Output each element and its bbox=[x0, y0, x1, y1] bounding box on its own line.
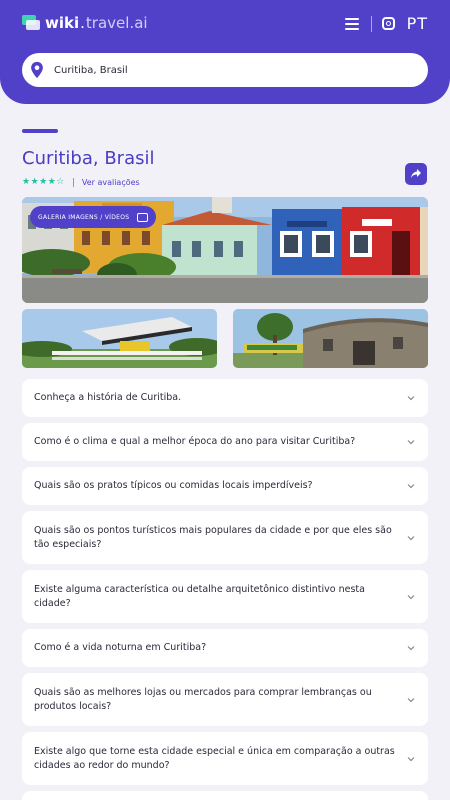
rating-row: ★★★★☆ Ver avaliações bbox=[22, 177, 140, 187]
faq-item-4[interactable]: Quais são os pontos turísticos mais popu… bbox=[22, 511, 428, 564]
location-pin-icon bbox=[31, 61, 43, 79]
faq-item-partial[interactable] bbox=[22, 791, 428, 800]
museum-photo bbox=[22, 309, 217, 368]
gallery-thumbnail-1[interactable] bbox=[22, 309, 217, 368]
share-arrow-icon bbox=[411, 169, 421, 178]
gallery-thumbnail-2[interactable] bbox=[233, 309, 428, 368]
faq-question: Quais são as melhores lojas ou mercados … bbox=[34, 686, 372, 712]
language-selector[interactable]: PT bbox=[407, 14, 428, 33]
page-title: Curitiba, Brasil bbox=[22, 148, 155, 169]
title-accent-bar bbox=[22, 129, 58, 133]
chevron-down-icon bbox=[407, 396, 415, 401]
star-rating: ★★★★☆ bbox=[22, 177, 65, 187]
search-input[interactable] bbox=[54, 64, 374, 76]
faq-question: Quais são os pratos típicos ou comidas l… bbox=[34, 480, 313, 491]
rating-divider bbox=[72, 177, 74, 187]
logo-wiki: wiki bbox=[45, 14, 80, 32]
faq-question: Quais são os pontos turísticos mais popu… bbox=[34, 524, 392, 550]
gallery-button[interactable]: GALERIA IMAGENS / VÍDEOS bbox=[30, 206, 157, 228]
logo-chat-icon bbox=[22, 15, 40, 31]
faq-item-1[interactable]: Conheça a história de Curitiba. bbox=[22, 379, 428, 417]
faq-question: Como é a vida noturna em Curitiba? bbox=[34, 642, 207, 653]
chevron-down-icon bbox=[407, 440, 415, 445]
logo-dot: . bbox=[80, 14, 85, 32]
app-header: wiki. travel.ai PT bbox=[0, 0, 450, 104]
instagram-icon[interactable] bbox=[381, 17, 395, 30]
hamburger-menu-icon[interactable] bbox=[344, 17, 359, 30]
chevron-down-icon bbox=[407, 594, 415, 599]
faq-item-8[interactable]: Existe algo que torne esta cidade especi… bbox=[22, 732, 428, 785]
faq-item-2[interactable]: Como é o clima e qual a melhor época do … bbox=[22, 423, 428, 461]
faq-item-7[interactable]: Quais são as melhores lojas ou mercados … bbox=[22, 673, 428, 726]
image-gallery-icon bbox=[137, 212, 149, 222]
reviews-link[interactable]: Ver avaliações bbox=[82, 178, 140, 187]
chevron-down-icon bbox=[407, 535, 415, 540]
historic-building-photo bbox=[233, 309, 428, 368]
chevron-down-icon bbox=[407, 756, 415, 761]
gallery-button-label: GALERIA IMAGENS / VÍDEOS bbox=[38, 213, 130, 221]
chevron-down-icon bbox=[407, 646, 415, 651]
chevron-down-icon bbox=[407, 697, 415, 702]
faq-item-5[interactable]: Existe alguma característica ou detalhe … bbox=[22, 570, 428, 623]
chevron-down-icon bbox=[407, 484, 415, 489]
faq-question: Existe alguma característica ou detalhe … bbox=[34, 583, 365, 609]
header-divider bbox=[370, 15, 372, 32]
faq-item-6[interactable]: Como é a vida noturna em Curitiba? bbox=[22, 629, 428, 667]
logo[interactable]: wiki. travel.ai bbox=[22, 14, 148, 32]
search-bar[interactable] bbox=[22, 53, 428, 87]
faq-question: Conheça a história de Curitiba. bbox=[34, 392, 182, 403]
logo-travel: travel.ai bbox=[85, 14, 148, 32]
faq-item-3[interactable]: Quais são os pratos típicos ou comidas l… bbox=[22, 467, 428, 505]
share-button[interactable] bbox=[405, 163, 427, 185]
faq-question: Como é o clima e qual a melhor época do … bbox=[34, 436, 356, 447]
faq-question: Existe algo que torne esta cidade especi… bbox=[34, 745, 395, 771]
